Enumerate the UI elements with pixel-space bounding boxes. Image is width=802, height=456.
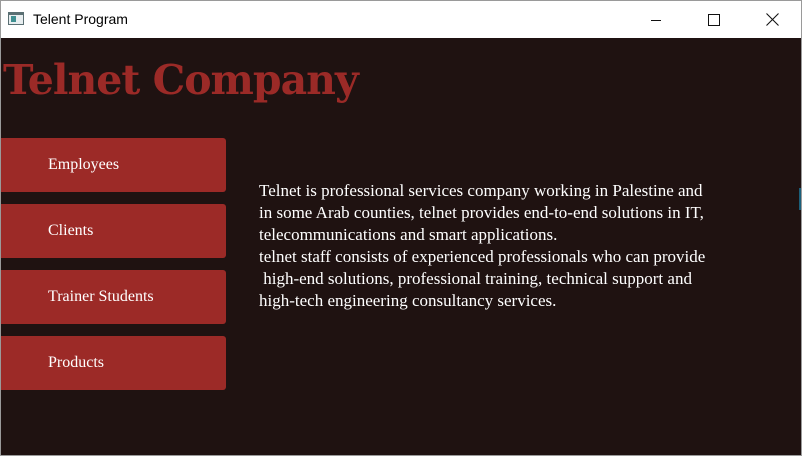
description-line: high-end solutions, professional trainin…: [259, 269, 692, 288]
description-line: telecommunications and smart application…: [259, 225, 558, 244]
title-bar[interactable]: Telent Program: [1, 1, 801, 38]
products-button[interactable]: Products: [1, 336, 226, 390]
clients-button[interactable]: Clients: [1, 204, 226, 258]
description-line: in some Arab counties, telnet provides e…: [259, 203, 704, 222]
app-window: Telent Program Telnet Company Employees …: [0, 0, 802, 456]
minimize-icon: [651, 19, 661, 21]
page-title: Telnet Company: [3, 56, 359, 104]
employees-button[interactable]: Employees: [1, 138, 226, 192]
close-button[interactable]: [743, 1, 801, 38]
company-description: Telnet is professional services company …: [259, 180, 779, 312]
description-line: Telnet is professional services company …: [259, 181, 703, 200]
maximize-button[interactable]: [685, 1, 743, 38]
maximize-icon: [708, 13, 720, 26]
app-window-icon: [8, 12, 24, 25]
window-title: Telent Program: [33, 11, 128, 27]
description-line: telnet staff consists of experienced pro…: [259, 247, 706, 266]
window-edge-accent: [799, 188, 801, 210]
minimize-button[interactable]: [627, 1, 685, 38]
trainer-students-button[interactable]: Trainer Students: [1, 270, 226, 324]
description-line: high-tech engineering consultancy servic…: [259, 291, 557, 310]
close-icon: [765, 13, 779, 26]
main-content: Telnet Company Employees Clients Trainer…: [1, 38, 801, 455]
